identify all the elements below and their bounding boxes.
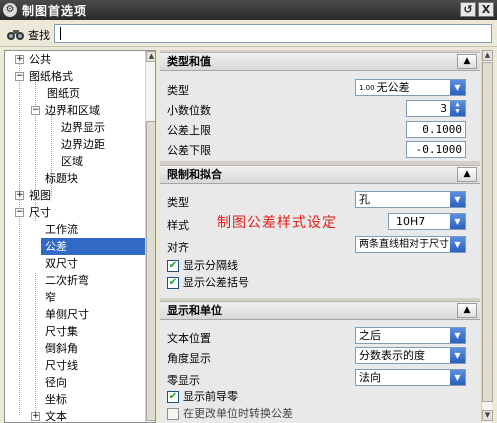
fit-type-label: 类型 [167, 196, 189, 209]
tree-item-text[interactable]: + 文本 [5, 408, 146, 422]
preference-tree[interactable]: + 公共 − 图纸格式 图纸页 − 边界和区域 边界显示 边界边距 区域 标题块… [4, 50, 156, 423]
tree-item-common[interactable]: + 公共 [5, 51, 146, 68]
tree-item-chamfer[interactable]: 倒斜角 [5, 340, 146, 357]
tree-scrollbar[interactable]: ▲ [145, 51, 155, 422]
section-body-display-units: 文本位置 之后 ▼ 角度显示 分数表示的度 ▼ 零显示 法向 ▼ ✔ 显示前导零… [160, 320, 480, 423]
scroll-thumb[interactable] [146, 121, 155, 421]
search-bar: 查找 [0, 20, 497, 47]
panel-scrollbar[interactable]: ▲ ▼ [481, 50, 493, 423]
text-position-label: 文本位置 [167, 332, 211, 345]
decimal-places-stepper[interactable]: 3 ▲ ▼ [406, 100, 466, 117]
binoculars-icon [7, 30, 24, 40]
decimal-places-label: 小数位数 [167, 104, 211, 117]
tree-item-single-sided[interactable]: 单侧尺寸 [5, 306, 146, 323]
fit-style-select[interactable]: 10H7 ▼ [388, 213, 466, 230]
alignment-select[interactable]: 两条直线相对于尺寸 ▼ [355, 236, 466, 253]
tree-item-dimension-set[interactable]: 尺寸集 [5, 323, 146, 340]
close-button[interactable]: X [478, 2, 494, 17]
tree-item-view[interactable]: + 视图 [5, 187, 146, 204]
zero-display-select[interactable]: 法向 ▼ [355, 369, 466, 386]
text-position-select[interactable]: 之后 ▼ [355, 327, 466, 344]
tolerance-type-icon: 1.00 [359, 84, 375, 92]
scroll-down-icon[interactable]: ▼ [482, 410, 493, 421]
collapse-icon[interactable]: − [15, 72, 24, 81]
spinner-icon[interactable]: ▲ ▼ [450, 101, 465, 116]
reset-button[interactable]: ↺ [460, 2, 476, 17]
section-body-type-value: 类型 1.00 无公差 ▼ 小数位数 3 ▲ ▼ 公差上限 0.1000 公差下限 … [160, 71, 480, 161]
checkmark-icon[interactable]: ✔ [167, 391, 179, 403]
section-header-type-value[interactable]: 类型和值 ▲ [160, 52, 480, 71]
expand-icon[interactable]: + [15, 191, 24, 200]
lower-tolerance-label: 公差下限 [167, 144, 211, 157]
tree-item-title-block[interactable]: 标题块 [5, 170, 146, 187]
collapse-icon[interactable]: − [15, 208, 24, 217]
upper-tolerance-label: 公差上限 [167, 124, 211, 137]
search-label: 查找 [28, 29, 50, 42]
chevron-down-icon[interactable]: ▼ [450, 214, 465, 229]
tree-item-narrow[interactable]: 窄 [5, 289, 146, 306]
tree-item-ordinate[interactable]: 坐标 [5, 391, 146, 408]
angle-display-label: 角度显示 [167, 352, 211, 365]
upper-tolerance-input[interactable]: 0.1000 [406, 121, 466, 138]
scroll-up-icon[interactable]: ▲ [482, 50, 493, 61]
chevron-down-icon[interactable]: ▼ [450, 192, 465, 207]
chevron-down-icon[interactable]: ▼ [450, 370, 465, 385]
tree-item-workflow[interactable]: 工作流 [5, 221, 146, 238]
collapse-icon[interactable]: − [31, 106, 40, 115]
angle-display-select[interactable]: 分数表示的度 ▼ [355, 347, 466, 364]
tree-item-sheet-format[interactable]: − 图纸格式 [5, 68, 146, 85]
chevron-down-icon[interactable]: ▼ [450, 328, 465, 343]
checkbox-empty-icon[interactable]: ✔ [167, 408, 179, 420]
tree-item-zones[interactable]: 区域 [5, 153, 146, 170]
tree-item-tolerance[interactable]: 公差 [41, 238, 146, 255]
reset-icon: ↺ [463, 3, 473, 16]
tree-item-dual-dimension[interactable]: 双尺寸 [5, 255, 146, 272]
lower-tolerance-input[interactable]: -0.1000 [406, 141, 466, 158]
tree-item-dimension[interactable]: − 尺寸 [5, 204, 146, 221]
tree-item-dimension-line[interactable]: 尺寸线 [5, 357, 146, 374]
tree-item-drawing-sheet[interactable]: 图纸页 [5, 85, 146, 102]
tree-item-borders-zones[interactable]: − 边界和区域 [5, 102, 146, 119]
expand-icon[interactable]: + [15, 55, 24, 64]
tree-item-border-display[interactable]: 边界显示 [5, 119, 146, 136]
scroll-thumb[interactable] [482, 62, 493, 402]
section-body-limits-fits: 类型 孔 ▼ 样式 10H7 ▼ 对齐 两条直线相对于尺寸 ▼ ✔ 显示分隔线 … [160, 184, 480, 298]
checkmark-icon[interactable]: ✔ [167, 260, 179, 272]
checkmark-icon[interactable]: ✔ [167, 277, 179, 289]
section-header-display-units[interactable]: 显示和单位 ▲ [160, 301, 480, 320]
settings-panel: 类型和值 ▲ 类型 1.00 无公差 ▼ 小数位数 3 ▲ ▼ 公差上限 0.100… [160, 50, 480, 423]
search-input[interactable] [54, 24, 492, 43]
text-caret [60, 27, 61, 40]
tree-item-secondary-bend[interactable]: 二次折弯 [5, 272, 146, 289]
collapse-icon[interactable]: ▲ [457, 54, 477, 69]
window-title: 制图首选项 [22, 4, 88, 18]
zero-display-label: 零显示 [167, 374, 200, 387]
alignment-label: 对齐 [167, 241, 189, 254]
gear-icon: ⚙ [3, 3, 17, 17]
chevron-down-icon[interactable]: ▼ [450, 348, 465, 363]
tree-item-radial[interactable]: 径向 [5, 374, 146, 391]
chevron-down-icon[interactable]: ▼ [450, 237, 465, 252]
tree-item-border-margin[interactable]: 边界边距 [5, 136, 146, 153]
section-header-limits-fits[interactable]: 限制和拟合 ▲ [160, 165, 480, 184]
close-icon: X [481, 3, 491, 16]
collapse-icon[interactable]: ▲ [457, 167, 477, 182]
type-label: 类型 [167, 84, 189, 97]
tolerance-type-select[interactable]: 1.00 无公差 ▼ [355, 79, 466, 96]
chevron-down-icon[interactable]: ▼ [450, 80, 465, 95]
fit-type-select[interactable]: 孔 ▼ [355, 191, 466, 208]
annotation-text: 制图公差样式设定 [217, 215, 337, 231]
scroll-up-icon[interactable]: ▲ [146, 51, 155, 62]
collapse-icon[interactable]: ▲ [457, 303, 477, 318]
expand-icon[interactable]: + [31, 412, 40, 421]
title-bar: ⚙ 制图首选项 ↺ X [0, 0, 497, 20]
fit-style-label: 样式 [167, 219, 189, 232]
